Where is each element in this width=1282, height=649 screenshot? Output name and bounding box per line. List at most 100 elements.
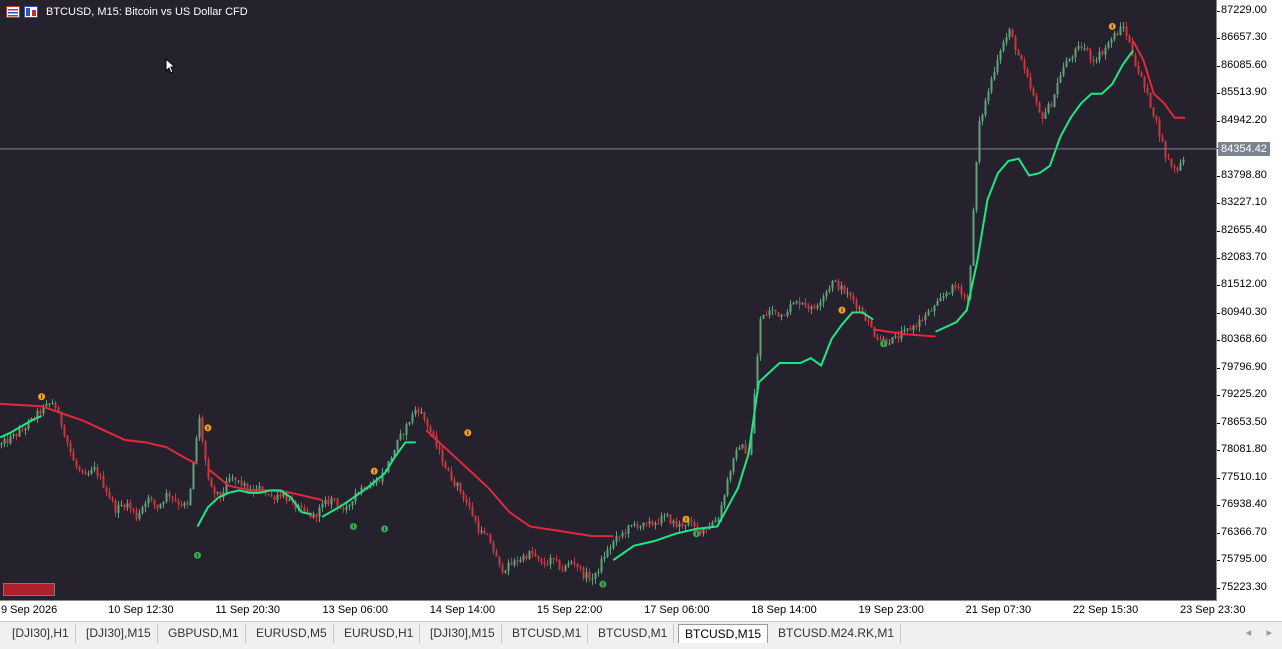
bull-candle (231, 477, 234, 479)
sell-signal-icon (838, 306, 846, 314)
bull-candle (819, 302, 822, 306)
price-tick-label: 84942.20 (1217, 113, 1267, 126)
chart-tab[interactable]: GBPUSD,M1 (162, 624, 246, 643)
bull-candle (906, 328, 909, 330)
bear-candle (99, 475, 102, 477)
chart-plot-area[interactable]: BTCUSD, M15: Bitcoin vs US Dollar CFD (0, 0, 1217, 601)
bull-candle (621, 532, 624, 537)
chart-tab[interactable]: EURUSD,M5 (250, 624, 334, 643)
bear-candle (909, 328, 912, 331)
bull-candle (630, 524, 633, 526)
bear-candle (867, 320, 870, 322)
bull-candle (18, 429, 21, 437)
bull-candle (981, 115, 984, 121)
bull-candle (24, 428, 27, 431)
chart-tab[interactable]: BTCUSD,M15 (678, 624, 769, 643)
bear-candle (483, 530, 486, 534)
candles-grid-icon[interactable] (6, 6, 20, 18)
tab-scroll-arrows[interactable]: ◂ ▸ (1246, 626, 1272, 639)
bull-candle (126, 503, 129, 508)
sell-signal-icon (1108, 22, 1116, 30)
bull-candle (1077, 46, 1080, 49)
price-axis[interactable]: 87229.00 86657.30 86085.60 85513.90 84942.20… (1217, 0, 1282, 601)
bull-candle (324, 499, 327, 505)
bull-candle (639, 526, 642, 528)
bull-candle (825, 291, 828, 297)
bear-candle (132, 508, 135, 512)
bull-candle (1098, 51, 1101, 61)
bull-candle (762, 315, 765, 319)
bear-candle (1152, 107, 1155, 116)
chart-tab[interactable]: EURUSD,H1 (338, 624, 421, 643)
bull-candle (408, 422, 411, 425)
chart-tab[interactable]: BTCUSD.M24.RK,M1 (772, 624, 902, 643)
bull-candle (609, 548, 612, 550)
chart-window[interactable]: BTCUSD, M15: Bitcoin vs US Dollar CFD 87… (0, 0, 1282, 621)
bear-candle (1041, 112, 1044, 119)
bull-candle (276, 494, 279, 500)
bull-candle (729, 471, 732, 480)
bull-candle (504, 570, 507, 573)
bear-candle (63, 425, 66, 437)
bull-candle (570, 562, 573, 564)
bear-candle (174, 498, 177, 502)
algo-trading-badge (3, 583, 55, 596)
price-chart[interactable] (0, 0, 1217, 601)
bull-candle (165, 493, 168, 502)
bull-candle (741, 444, 744, 448)
bull-candle (936, 301, 939, 306)
bear-candle (966, 295, 969, 299)
bull-candle (678, 523, 681, 527)
chart-tab[interactable]: BTCUSD,M1 (506, 624, 589, 643)
bear-candle (765, 315, 768, 317)
bull-candle (585, 572, 588, 579)
bull-candle (216, 491, 219, 494)
bull-candle (942, 296, 945, 299)
time-axis[interactable]: 9 Sep 2026 10 Sep 12:30 11 Sep 20:30 13 Sep… (0, 601, 1282, 621)
bear-candle (516, 560, 519, 562)
bear-candle (450, 470, 453, 481)
bear-candle (675, 520, 678, 527)
bear-candle (444, 462, 447, 469)
bear-candle (870, 320, 873, 328)
bull-candle (159, 503, 162, 509)
bull-candle (771, 309, 774, 311)
time-tick-label: 19 Sep 23:00 (858, 604, 924, 616)
bear-candle (1173, 165, 1176, 168)
bull-candle (1182, 159, 1185, 163)
bear-candle (111, 497, 114, 501)
bull-candle (999, 50, 1002, 60)
bull-candle (717, 519, 720, 521)
scroll-right-icon[interactable]: ▸ (1266, 627, 1272, 639)
bull-candle (507, 562, 510, 571)
bear-candle (1134, 55, 1137, 67)
bear-candle (150, 497, 153, 500)
bear-candle (465, 498, 468, 503)
bull-candle (144, 503, 147, 507)
time-tick-label: 22 Sep 15:30 (1072, 604, 1139, 616)
bull-candle (1047, 104, 1050, 113)
bull-candle (1074, 48, 1077, 58)
bear-candle (66, 436, 69, 443)
bear-candle (492, 543, 495, 552)
chart-tab[interactable]: [DJI30],M15 (80, 624, 158, 643)
bear-candle (468, 502, 471, 507)
bear-candle (1146, 87, 1149, 93)
price-tick-label: 85513.90 (1217, 86, 1267, 99)
bear-candle (576, 563, 579, 568)
bear-candle (582, 567, 585, 579)
bull-candle (1119, 26, 1122, 36)
bear-candle (123, 505, 126, 508)
one-click-trading-icon[interactable] (24, 6, 38, 18)
bull-candle (351, 501, 354, 506)
bull-candle (792, 302, 795, 305)
chart-tab[interactable]: BTCUSD,M1 (592, 624, 675, 643)
bear-candle (876, 336, 879, 340)
chart-tab[interactable]: [DJI30],H1 (6, 624, 76, 643)
bear-candle (489, 535, 492, 544)
bull-candle (642, 522, 645, 527)
chart-tab[interactable]: [DJI30],M15 (424, 624, 502, 643)
scroll-left-icon[interactable]: ◂ (1246, 627, 1252, 639)
bear-candle (102, 476, 105, 488)
bull-candle (660, 516, 663, 524)
